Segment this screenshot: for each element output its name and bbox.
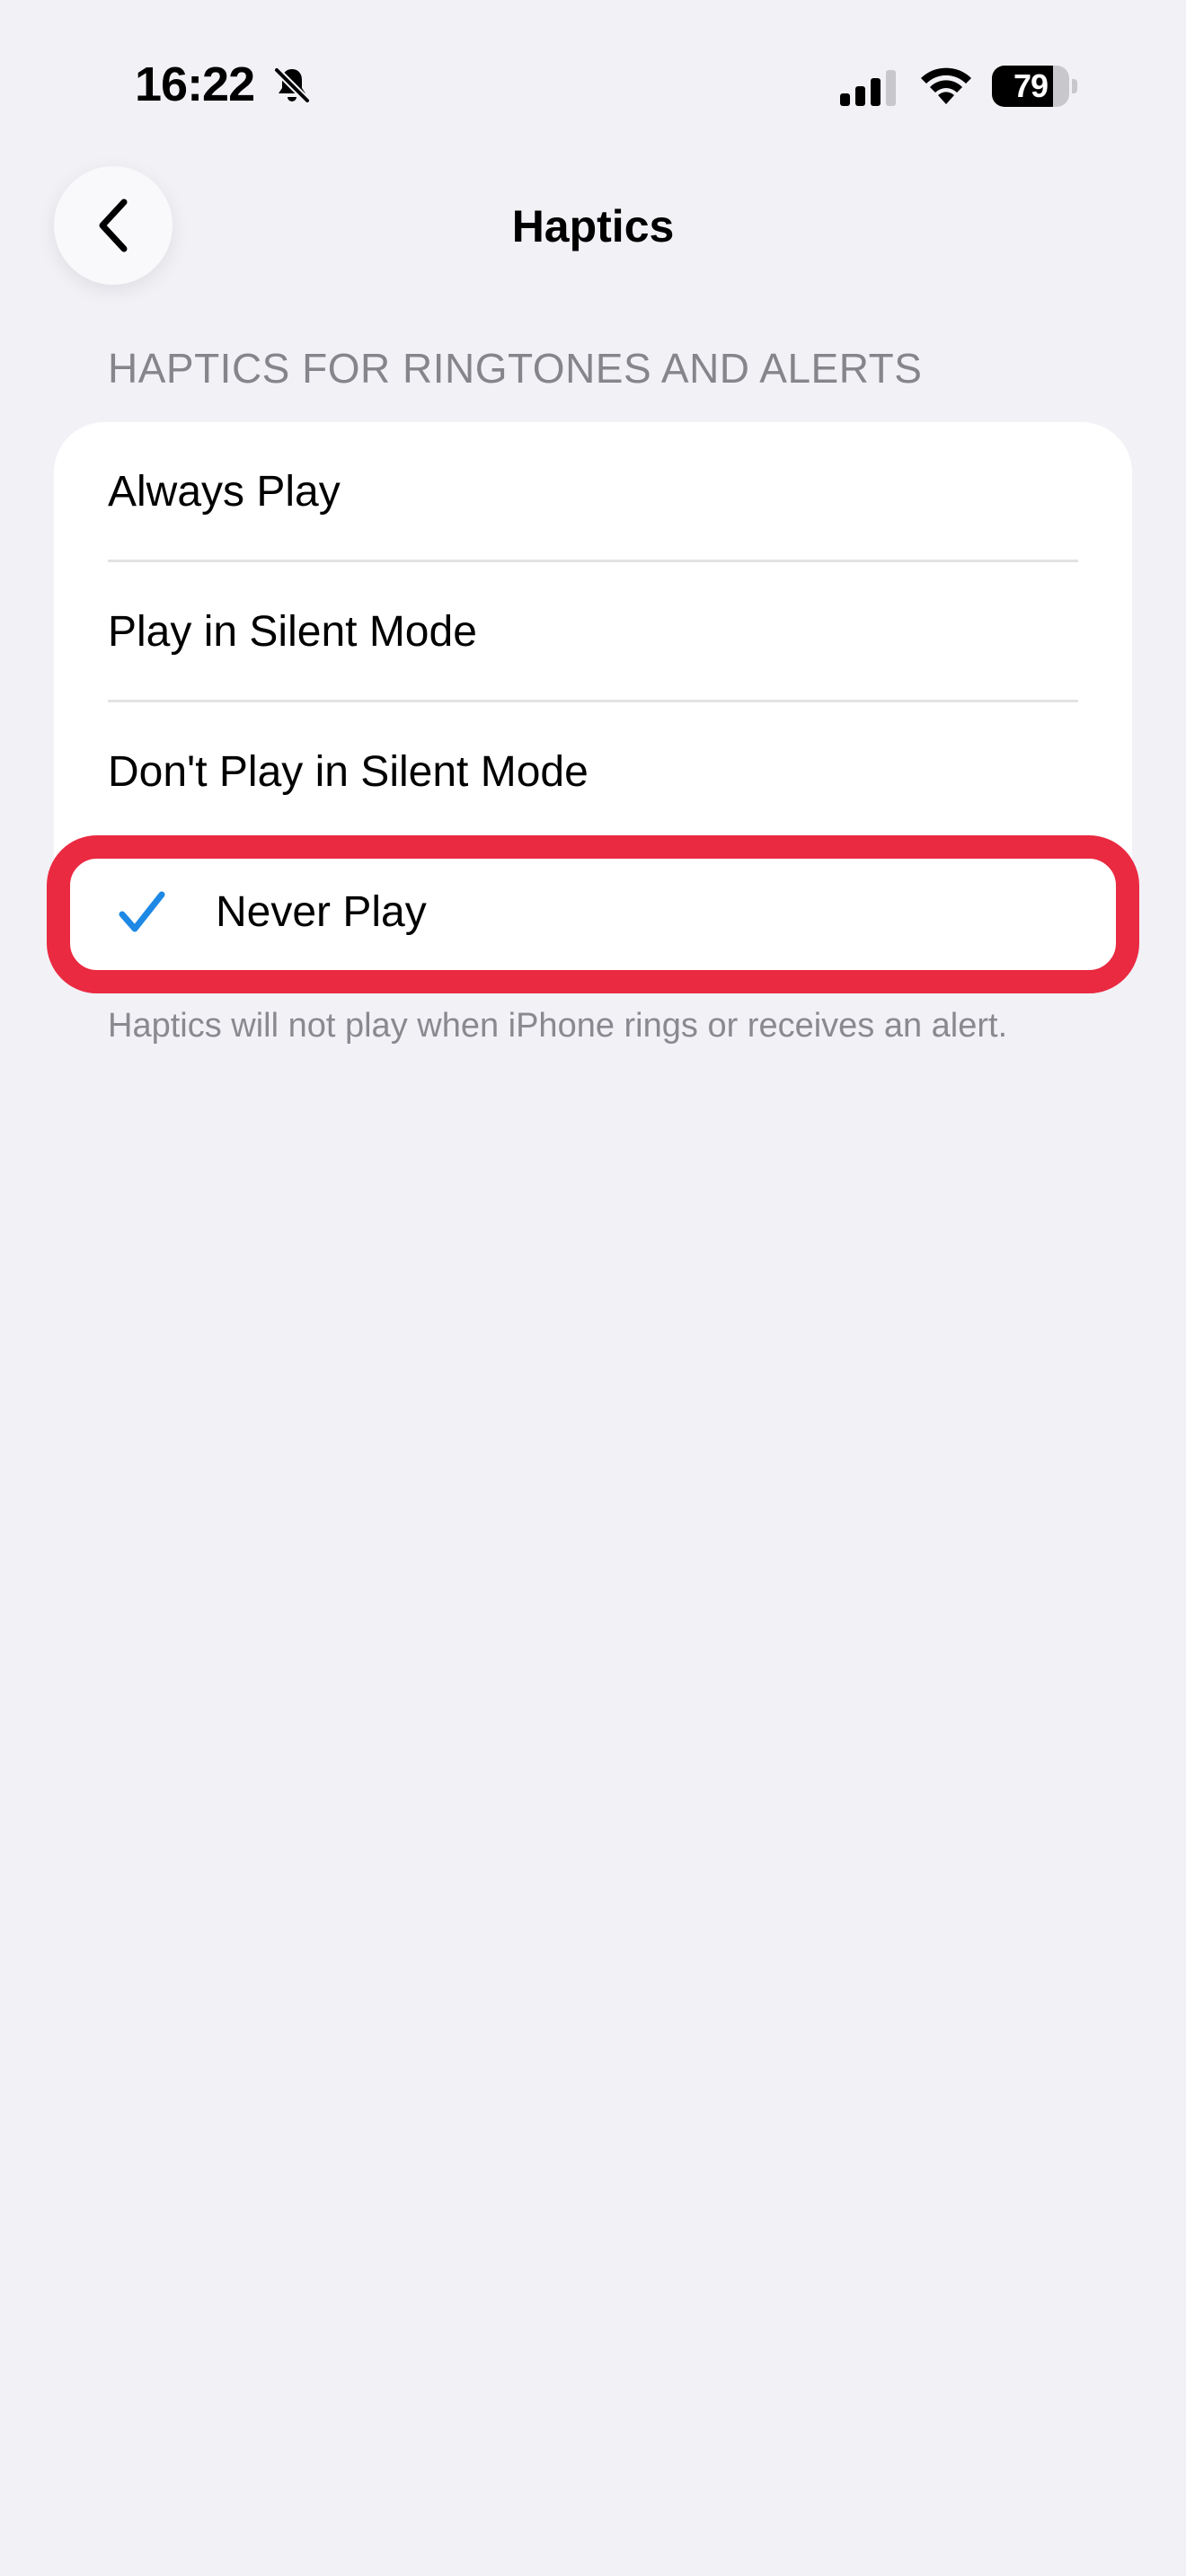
cellular-signal-icon — [840, 70, 896, 106]
wifi-icon — [921, 67, 971, 104]
option-label: Play in Silent Mode — [108, 608, 477, 656]
section-footer: Haptics will not play when iPhone rings … — [108, 1007, 1008, 1045]
haptics-option-list: Always Play Play in Silent Mode Don't Pl… — [54, 422, 1132, 979]
option-never-play[interactable]: Never Play — [54, 842, 1132, 979]
option-label: Never Play — [216, 888, 427, 936]
option-play-in-silent-mode[interactable]: Play in Silent Mode — [54, 562, 1132, 702]
status-time: 16:22 — [135, 57, 255, 111]
option-label: Always Play — [108, 468, 341, 516]
battery-level: 79 — [1013, 67, 1049, 104]
option-always-play[interactable]: Always Play — [54, 422, 1132, 562]
option-label: Don't Play in Silent Mode — [108, 748, 589, 796]
checkmark-icon — [119, 891, 165, 932]
bell-slash-icon — [273, 66, 311, 104]
battery-icon: 79 — [992, 66, 1078, 107]
section-header: HAPTICS FOR RINGTONES AND ALERTS — [108, 345, 923, 392]
option-dont-play-in-silent-mode[interactable]: Don't Play in Silent Mode — [54, 702, 1132, 842]
status-bar: 16:22 79 — [0, 0, 1186, 171]
page-title: Haptics — [511, 201, 675, 251]
